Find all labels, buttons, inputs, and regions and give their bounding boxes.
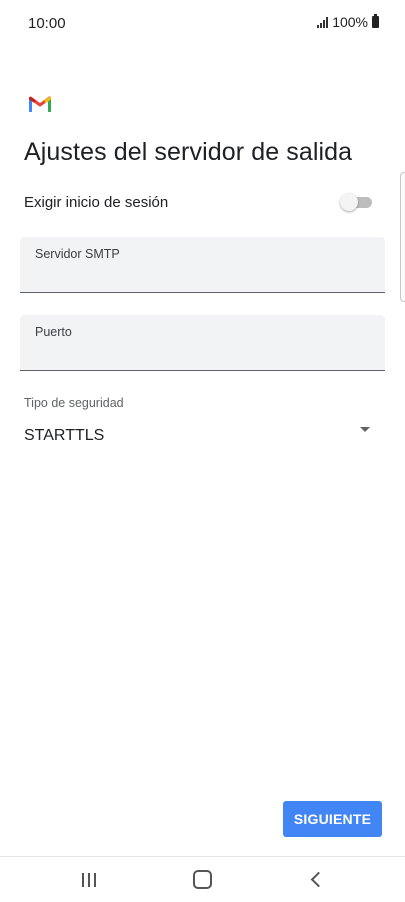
- security-type-value: STARTTLS: [24, 427, 105, 444]
- security-type-label: Tipo de seguridad: [24, 396, 124, 410]
- port-input[interactable]: [35, 343, 365, 360]
- login-required-toggle[interactable]: [340, 193, 372, 211]
- login-required-row: Exigir inicio de sesión: [24, 190, 372, 216]
- status-indicators: 100%: [317, 14, 379, 30]
- gmail-logo: [29, 96, 51, 112]
- home-icon: [192, 870, 212, 889]
- port-field[interactable]: Puerto: [20, 315, 385, 371]
- screen: 10:00 100% Ajustes del servidor de salid…: [0, 0, 405, 902]
- toggle-thumb: [340, 193, 358, 211]
- edge-panel-handle[interactable]: [400, 172, 405, 302]
- security-type-select[interactable]: STARTTLS: [24, 420, 374, 450]
- smtp-server-input[interactable]: [35, 265, 365, 282]
- home-button[interactable]: [172, 857, 232, 902]
- dropdown-arrow-icon: [360, 427, 370, 432]
- login-required-label: Exigir inicio de sesión: [24, 194, 169, 211]
- recent-apps-button[interactable]: [59, 857, 119, 902]
- back-button[interactable]: [286, 857, 346, 902]
- battery-percentage: 100%: [332, 14, 368, 30]
- navigation-bar: [0, 856, 405, 902]
- page-title: Ajustes del servidor de salida: [24, 138, 353, 166]
- port-label: Puerto: [35, 325, 72, 339]
- smtp-server-field[interactable]: Servidor SMTP: [20, 237, 385, 293]
- back-icon: [310, 871, 326, 888]
- battery-icon: [372, 14, 379, 28]
- status-bar: 10:00 100%: [0, 0, 405, 46]
- recent-apps-icon: [82, 872, 96, 887]
- smtp-server-label: Servidor SMTP: [35, 247, 120, 261]
- next-button[interactable]: SIGUIENTE: [283, 801, 382, 837]
- status-time: 10:00: [28, 15, 66, 32]
- signal-icon: [317, 16, 329, 28]
